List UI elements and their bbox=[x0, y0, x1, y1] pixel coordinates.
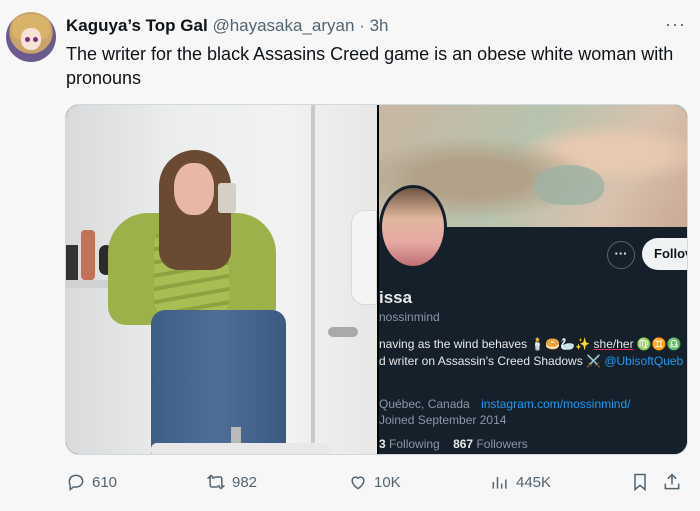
profile-bio-line1: naving as the wind behaves 🕯️🥯🦢✨ she/her… bbox=[379, 337, 682, 351]
mirror-selfie-photo[interactable] bbox=[66, 105, 377, 454]
share-icon bbox=[664, 473, 680, 490]
profile-link: instagram.com/mossinmind/ bbox=[481, 397, 631, 411]
action-bar: 610 982 10K 445K bbox=[66, 472, 686, 496]
retweet-icon bbox=[206, 474, 226, 490]
author-name[interactable]: Kaguya’s Top Gal bbox=[66, 16, 208, 35]
views-icon bbox=[492, 477, 507, 489]
bio-tail: ♍♊♎ bbox=[633, 337, 682, 351]
reply-icon bbox=[68, 474, 84, 491]
profile-location: Québec, Canada bbox=[379, 397, 470, 411]
author-handle[interactable]: @hayasaka_aryan bbox=[212, 16, 354, 35]
avatar-eye-right bbox=[33, 37, 38, 42]
towel-dispenser bbox=[351, 210, 377, 305]
phone bbox=[218, 183, 236, 213]
profile-screenshot[interactable]: ··· Follov issa nossinmind naving as the… bbox=[379, 105, 687, 454]
like-count: 10K bbox=[374, 473, 401, 491]
views-button[interactable]: 445K bbox=[490, 472, 551, 492]
followers-count: 867 bbox=[453, 437, 474, 451]
sink bbox=[151, 443, 331, 454]
heart-icon bbox=[351, 476, 365, 490]
profile-avatar bbox=[379, 185, 447, 269]
bag bbox=[66, 245, 78, 280]
retweet-button[interactable]: 982 bbox=[206, 472, 257, 492]
profile-handle: nossinmind bbox=[379, 310, 440, 324]
share-button[interactable] bbox=[662, 472, 682, 492]
person-face bbox=[174, 163, 214, 215]
profile-stats: 3 Following 867 Followers bbox=[379, 437, 528, 451]
like-button[interactable]: 10K bbox=[348, 472, 401, 492]
reply-button[interactable]: 610 bbox=[66, 472, 117, 492]
bio-text: naving as the wind behaves 🕯️🥯🦢✨ bbox=[379, 337, 594, 351]
pronouns: she/her bbox=[593, 337, 634, 351]
profile-more-button: ··· bbox=[607, 241, 635, 269]
following-count: 3 bbox=[379, 437, 386, 451]
jeans bbox=[151, 310, 286, 454]
butterfly bbox=[534, 165, 604, 205]
avatar-eye-left bbox=[25, 37, 30, 42]
retweet-count: 982 bbox=[232, 473, 258, 491]
follow-button: Follov bbox=[642, 238, 687, 270]
tweet-header: Kaguya’s Top Gal @hayasaka_aryan · 3h bbox=[66, 16, 389, 36]
door-edge bbox=[311, 105, 315, 454]
bio-mention: @UbisoftQueb bbox=[604, 354, 684, 368]
bio-text-2: d writer on Assassin's Creed Shadows ⚔️ bbox=[379, 354, 605, 368]
separator-dot: · bbox=[359, 16, 365, 35]
profile-location-row: Québec, Canada instagram.com/mossinmind/ bbox=[379, 397, 630, 411]
profile-name: issa bbox=[379, 288, 413, 307]
tweet-media[interactable]: ··· Follov issa nossinmind naving as the… bbox=[65, 104, 688, 455]
following-label: Following bbox=[389, 437, 440, 451]
door-handle bbox=[328, 327, 358, 337]
followers-label: Followers bbox=[476, 437, 528, 451]
more-options-icon[interactable]: ··· bbox=[665, 14, 686, 35]
profile-bio-line2: d writer on Assassin's Creed Shadows ⚔️ … bbox=[379, 354, 683, 368]
reply-count: 610 bbox=[92, 473, 118, 491]
bookmark-button[interactable] bbox=[630, 472, 650, 492]
author-avatar[interactable] bbox=[6, 12, 56, 62]
bookmark-icon bbox=[634, 473, 646, 492]
tweet-time[interactable]: 3h bbox=[370, 16, 389, 35]
profile-joined: Joined September 2014 bbox=[379, 413, 507, 427]
views-count: 445K bbox=[516, 473, 552, 491]
tweet-text: The writer for the black Assasins Creed … bbox=[66, 44, 674, 88]
avatar-face bbox=[21, 28, 41, 50]
water-bottle bbox=[81, 230, 95, 280]
